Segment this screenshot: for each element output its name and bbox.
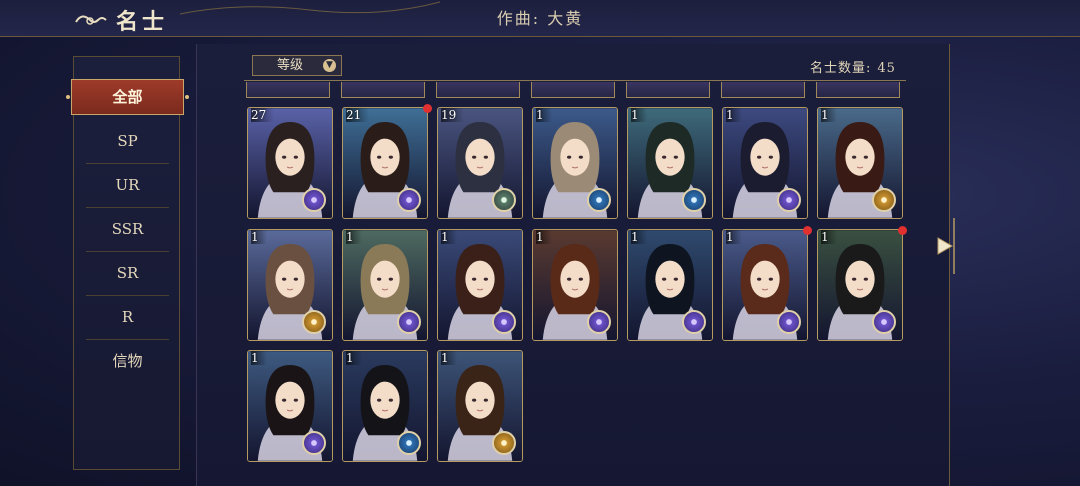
character-card[interactable]: 1 bbox=[437, 229, 523, 341]
faction-icon bbox=[872, 188, 896, 212]
level-label: 1 bbox=[726, 108, 742, 122]
faction-icon bbox=[587, 310, 611, 334]
level-label: 1 bbox=[631, 230, 647, 244]
character-card[interactable]: 1 bbox=[627, 107, 713, 219]
character-card[interactable]: 1 bbox=[342, 350, 428, 462]
filter-ur[interactable]: UR bbox=[86, 163, 169, 208]
level-label: 1 bbox=[251, 351, 267, 365]
character-card[interactable]: 1 bbox=[532, 229, 618, 341]
level-label: 1 bbox=[821, 108, 837, 122]
character-card[interactable]: 19 bbox=[437, 107, 523, 219]
character-card-partial[interactable] bbox=[531, 82, 615, 98]
faction-icon bbox=[302, 431, 326, 455]
character-card[interactable]: 1 bbox=[532, 107, 618, 219]
faction-icon bbox=[492, 431, 516, 455]
character-card[interactable]: 1 bbox=[247, 350, 333, 462]
character-card-partial[interactable] bbox=[436, 82, 520, 98]
character-card-partial[interactable] bbox=[626, 82, 710, 98]
faction-icon bbox=[587, 188, 611, 212]
character-card[interactable]: 27 bbox=[247, 107, 333, 219]
faction-icon bbox=[777, 188, 801, 212]
new-badge bbox=[803, 226, 812, 235]
faction-icon bbox=[682, 310, 706, 334]
character-card-partial[interactable] bbox=[246, 82, 330, 98]
level-label: 1 bbox=[726, 230, 742, 244]
rarity-filter-sidebar: 全部 SP UR SSR SR R 信物 bbox=[66, 56, 189, 470]
top-bar: 名士 作曲: 大黄 bbox=[0, 0, 1080, 37]
character-card[interactable]: 1 bbox=[342, 229, 428, 341]
filter-tokens[interactable]: 信物 bbox=[86, 339, 169, 383]
character-card-partial[interactable] bbox=[341, 82, 425, 98]
faction-icon bbox=[492, 310, 516, 334]
level-label: 1 bbox=[536, 230, 552, 244]
character-card[interactable]: 1 bbox=[817, 229, 903, 341]
level-label: 27 bbox=[251, 108, 275, 122]
faction-icon bbox=[397, 310, 421, 334]
music-credit: 作曲: 大黄 bbox=[496, 9, 584, 28]
filter-sr[interactable]: SR bbox=[86, 251, 169, 296]
count-value: 45 bbox=[877, 61, 896, 76]
faction-icon bbox=[777, 310, 801, 334]
filter-r[interactable]: R bbox=[86, 295, 169, 340]
new-badge bbox=[423, 104, 432, 113]
level-label: 1 bbox=[346, 230, 362, 244]
level-label: 1 bbox=[251, 230, 267, 244]
toolbar-divider bbox=[244, 80, 906, 81]
level-label: 1 bbox=[821, 230, 837, 244]
level-label: 19 bbox=[441, 108, 465, 122]
arrow-right-icon[interactable] bbox=[932, 218, 956, 274]
character-count: 名士数量: 45 bbox=[810, 57, 896, 76]
character-card[interactable]: 1 bbox=[817, 107, 903, 219]
filter-sp[interactable]: SP bbox=[86, 119, 169, 164]
level-label: 21 bbox=[346, 108, 370, 122]
sort-label: 等级 bbox=[277, 58, 304, 73]
chevron-down-icon: ▼ bbox=[323, 59, 336, 72]
faction-icon bbox=[302, 310, 326, 334]
character-card[interactable]: 1 bbox=[627, 229, 713, 341]
character-card-partial[interactable] bbox=[816, 82, 900, 98]
faction-icon bbox=[682, 188, 706, 212]
new-badge bbox=[898, 226, 907, 235]
sort-dropdown[interactable]: 等级 ▼ bbox=[252, 55, 342, 76]
faction-icon bbox=[872, 310, 896, 334]
faction-icon bbox=[492, 188, 516, 212]
level-label: 1 bbox=[536, 108, 552, 122]
character-card[interactable]: 1 bbox=[722, 229, 808, 341]
level-label: 1 bbox=[631, 108, 647, 122]
faction-icon bbox=[397, 431, 421, 455]
character-card[interactable]: 1 bbox=[437, 350, 523, 462]
faction-icon bbox=[302, 188, 326, 212]
count-label: 名士数量: bbox=[810, 61, 872, 76]
character-card-partial[interactable] bbox=[721, 82, 805, 98]
character-card[interactable]: 1 bbox=[247, 229, 333, 341]
character-card[interactable]: 21 bbox=[342, 107, 428, 219]
level-label: 1 bbox=[441, 230, 457, 244]
filter-ssr[interactable]: SSR bbox=[86, 207, 169, 252]
filter-all[interactable]: 全部 bbox=[66, 79, 189, 115]
character-card[interactable]: 1 bbox=[722, 107, 808, 219]
level-label: 1 bbox=[441, 351, 457, 365]
faction-icon bbox=[397, 188, 421, 212]
level-label: 1 bbox=[346, 351, 362, 365]
